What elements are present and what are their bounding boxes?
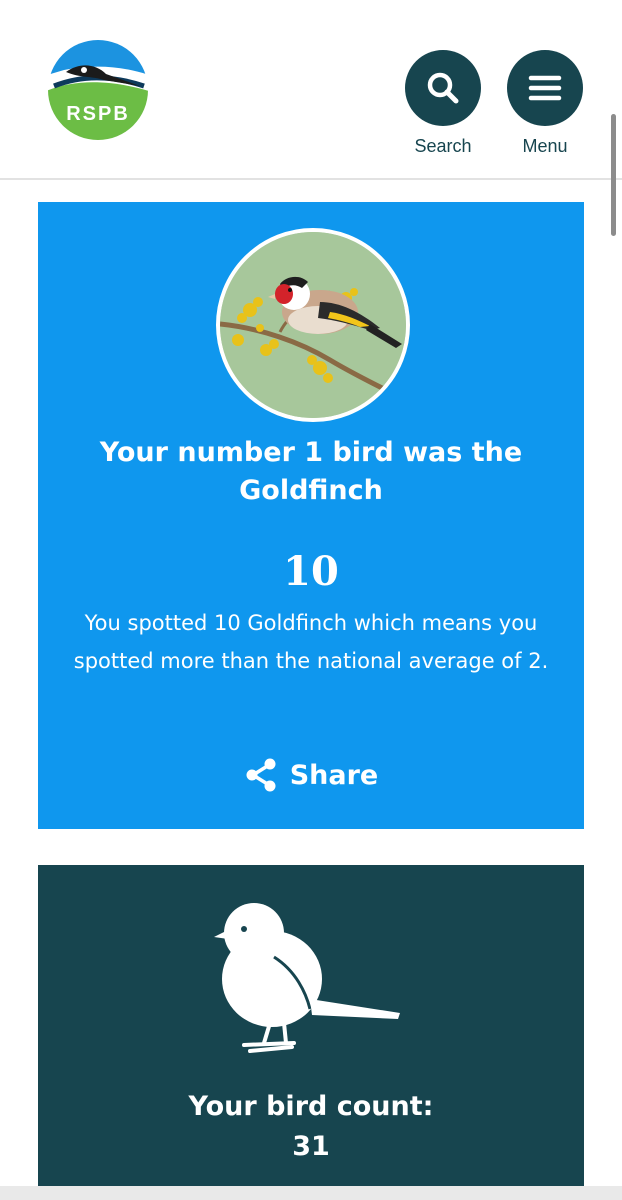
bird-icon [214, 903, 400, 1053]
bird-count-label: Your bird count: [188, 1091, 434, 1122]
logo-text: RSPB [66, 103, 130, 125]
bird-count-card: Your bird count: 31 [38, 865, 584, 1200]
headline-text: Your number 1 bird was the [99, 437, 523, 468]
share-button[interactable]: Share [38, 758, 584, 792]
share-icon [246, 758, 276, 792]
menu-button[interactable]: Menu [505, 50, 585, 157]
search-button[interactable]: Search [403, 50, 483, 157]
top-bird-count: 10 [283, 548, 339, 595]
share-label: Share [289, 759, 379, 791]
top-bird-headline: Your number 1 bird was the Goldfinch [58, 434, 564, 510]
top-bird-description: You spotted 10 Goldfinch which means you… [73, 611, 549, 673]
top-bird-card: Your number 1 bird was the Goldfinch 10 … [38, 202, 584, 829]
top-bird-name: Goldfinch [239, 475, 383, 506]
bird-count-value: 31 [292, 1131, 330, 1162]
search-icon [427, 72, 459, 104]
menu-label: Menu [522, 136, 568, 156]
search-label: Search [414, 136, 472, 156]
rspb-logo[interactable]: RSPB [44, 36, 152, 144]
menu-icon [528, 75, 562, 101]
bottom-bar [0, 1186, 622, 1200]
goldfinch-photo [216, 228, 410, 422]
site-header: RSPB Search Menu [0, 0, 622, 180]
scrollbar-thumb[interactable] [611, 114, 616, 236]
